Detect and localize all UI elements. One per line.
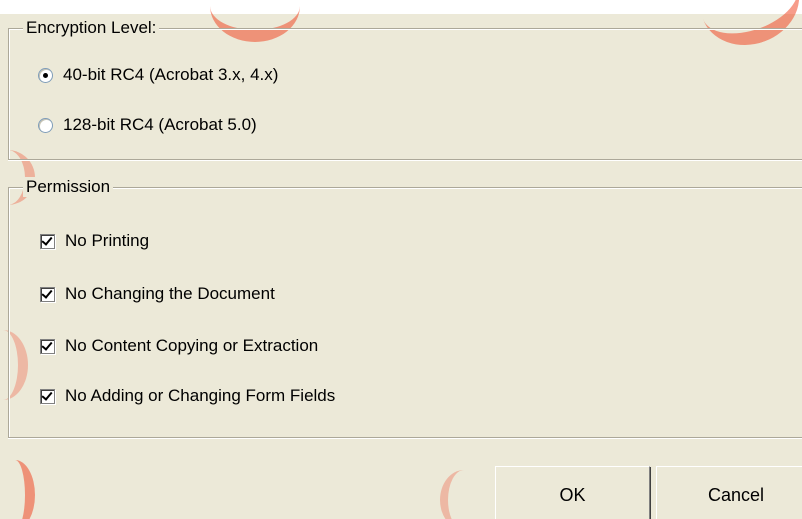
checkbox-no-content-copying[interactable]: No Content Copying or Extraction <box>40 334 318 358</box>
checkbox[interactable] <box>40 286 55 302</box>
checkbox[interactable] <box>40 233 55 249</box>
checkbox-no-changing-document[interactable]: No Changing the Document <box>40 282 275 306</box>
radio-128-bit-rc4[interactable]: 128-bit RC4 (Acrobat 5.0) <box>38 113 257 137</box>
permission-legend: Permission <box>23 177 114 197</box>
checkbox-label: No Changing the Document <box>65 284 275 303</box>
checkbox-no-adding-form-fields[interactable]: No Adding or Changing Form Fields <box>40 384 335 408</box>
encryption-settings-dialog: Encryption Level: 40-bit RC4 (Acrobat 3.… <box>0 0 802 519</box>
top-strip <box>0 0 802 14</box>
checkbox-label: No Content Copying or Extraction <box>65 336 319 355</box>
checkbox-label: No Printing <box>65 231 150 250</box>
encryption-level-legend: Encryption Level: <box>23 18 160 38</box>
checkbox-label: No Adding or Changing Form Fields <box>65 386 336 405</box>
ok-button[interactable]: OK <box>495 466 650 519</box>
brand-swoosh-bottom-left <box>0 460 35 519</box>
radio-40-bit-rc4[interactable]: 40-bit RC4 (Acrobat 3.x, 4.x) <box>38 63 278 87</box>
checkbox-no-printing[interactable]: No Printing <box>40 229 149 253</box>
radio-label: 40-bit RC4 (Acrobat 3.x, 4.x) <box>63 65 279 84</box>
checkbox[interactable] <box>40 388 55 404</box>
radio-button[interactable] <box>38 117 53 133</box>
radio-button[interactable] <box>38 67 53 83</box>
brand-swoosh-bottom-center <box>440 470 488 519</box>
checkbox[interactable] <box>40 338 55 354</box>
cancel-button[interactable]: Cancel <box>656 466 802 519</box>
encryption-level-group: Encryption Level: <box>8 18 802 160</box>
radio-label: 128-bit RC4 (Acrobat 5.0) <box>63 115 257 134</box>
